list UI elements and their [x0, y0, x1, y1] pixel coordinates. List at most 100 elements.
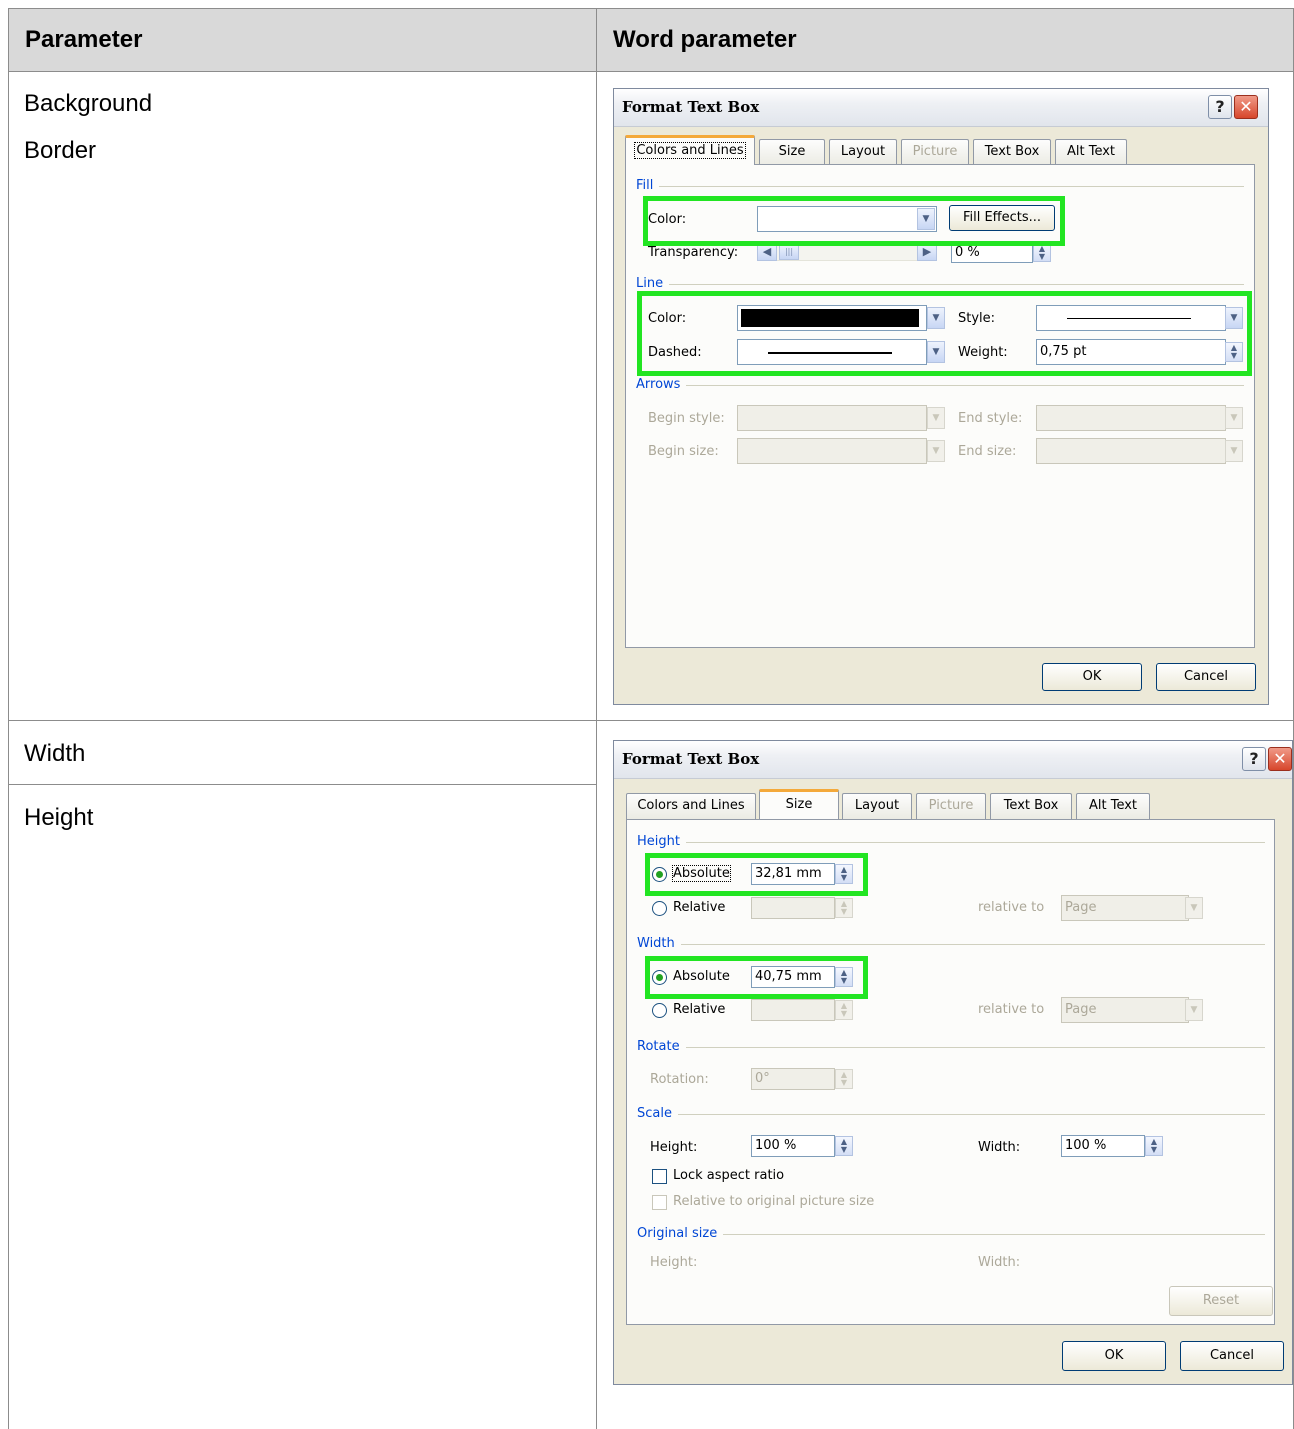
height-relative-to-label: relative to: [978, 900, 1045, 915]
chevron-down-icon: ▼: [1225, 407, 1243, 429]
header-word-parameter: Word parameter: [613, 26, 797, 53]
dialog-titlebar: Format Text Box ? ✕: [614, 89, 1268, 127]
fill-separator: [636, 186, 1244, 187]
end-style-label: End style:: [958, 411, 1023, 426]
height-relative-input: [751, 897, 835, 919]
param-width: Width: [24, 740, 86, 767]
height-separator: [637, 842, 1265, 843]
row-separator: [8, 720, 1294, 721]
end-size-label: End size:: [958, 444, 1017, 459]
width-separator: [637, 944, 1265, 945]
tab-layout[interactable]: Layout: [842, 793, 912, 819]
height-relative-radio[interactable]: [652, 901, 667, 916]
ok-button[interactable]: OK: [1062, 1341, 1166, 1371]
tab-text-box[interactable]: Text Box: [990, 793, 1072, 819]
relative-original-checkbox: [652, 1195, 667, 1210]
format-text-box-dialog-size: Format Text Box ? ✕ Colors and Lines Siz…: [613, 740, 1293, 1385]
reset-button: Reset: [1169, 1286, 1273, 1316]
line-separator: [636, 284, 1244, 285]
ok-button[interactable]: OK: [1042, 663, 1142, 691]
scale-width-spinner-icon[interactable]: ▲ ▼: [1145, 1136, 1163, 1156]
relative-original-label: Relative to original picture size: [673, 1194, 875, 1209]
row-separator: [8, 784, 596, 785]
spinner-icon: ▲ ▼: [835, 898, 853, 918]
scale-height-label: Height:: [650, 1140, 698, 1155]
tab-size[interactable]: Size: [759, 789, 839, 819]
table-header: Parameter Word parameter: [8, 8, 1294, 72]
scale-width-label: Width:: [978, 1140, 1021, 1155]
height-relative-to-dropdown: Page: [1061, 895, 1189, 921]
begin-size-label: Begin size:: [648, 444, 719, 459]
tab-strip: Colors and Lines Size Layout Picture Tex…: [625, 135, 1255, 165]
tab-colors-and-lines[interactable]: Colors and Lines: [625, 135, 755, 165]
close-icon[interactable]: ✕: [1234, 95, 1258, 119]
height-relative-label: Relative: [673, 900, 726, 915]
close-icon[interactable]: ✕: [1268, 747, 1292, 771]
tab-alt-text[interactable]: Alt Text: [1055, 139, 1127, 165]
cancel-button[interactable]: Cancel: [1156, 663, 1256, 691]
line-highlight-box: [637, 291, 1252, 376]
tab-layout[interactable]: Layout: [829, 139, 897, 165]
tab-strip: Colors and Lines Size Layout Picture Tex…: [626, 789, 1276, 819]
width-relative-label: Relative: [673, 1002, 726, 1017]
fill-group-label: Fill: [636, 178, 660, 193]
original-width-label: Width:: [978, 1255, 1021, 1270]
width-relative-radio[interactable]: [652, 1003, 667, 1018]
help-icon[interactable]: ?: [1242, 747, 1266, 771]
arrows-group-label: Arrows: [636, 377, 687, 392]
end-size-dropdown: [1036, 438, 1226, 464]
format-text-box-dialog-colors: Format Text Box ? ✕ Colors and Lines Siz…: [613, 88, 1269, 705]
transparency-label: Transparency:: [648, 245, 739, 260]
table-border-left: [8, 8, 9, 1429]
chevron-down-icon: ▼: [927, 407, 945, 429]
height-group-label: Height: [637, 834, 686, 849]
spinner-icon: ▲ ▼: [835, 1069, 853, 1089]
rotation-label: Rotation:: [650, 1072, 709, 1087]
rotate-group-label: Rotate: [637, 1039, 686, 1054]
lock-aspect-checkbox[interactable]: [652, 1169, 667, 1184]
rotation-input: 0°: [751, 1068, 835, 1090]
arrows-separator: [636, 385, 1244, 386]
scale-width-input[interactable]: 100 %: [1061, 1135, 1145, 1157]
rotate-separator: [637, 1047, 1265, 1048]
param-border: Border: [24, 137, 97, 164]
scale-height-input[interactable]: 100 %: [751, 1135, 835, 1157]
spinner-icon: ▲ ▼: [835, 1000, 853, 1020]
param-background: Background: [24, 90, 153, 117]
width-group-label: Width: [637, 936, 681, 951]
scale-group-label: Scale: [637, 1106, 678, 1121]
chevron-down-icon: ▼: [927, 440, 945, 462]
tab-text-box[interactable]: Text Box: [973, 139, 1051, 165]
param-height: Height: [24, 804, 94, 831]
scale-height-spinner-icon[interactable]: ▲ ▼: [835, 1136, 853, 1156]
tab-picture: Picture: [916, 793, 986, 819]
table-divider: [596, 8, 597, 1429]
width-relative-to-dropdown: Page: [1061, 997, 1189, 1023]
dialog-titlebar: Format Text Box ? ✕: [614, 741, 1292, 779]
begin-style-dropdown: [737, 405, 927, 431]
height-highlight-box: [645, 853, 868, 896]
tab-size[interactable]: Size: [759, 139, 825, 165]
tab-picture: Picture: [901, 139, 969, 165]
tab-panel: Fill Color: ▼ Fill Effects... Transparen…: [625, 164, 1255, 648]
fill-highlight-box: [643, 196, 1065, 246]
scale-separator: [637, 1114, 1265, 1115]
dialog-title: Format Text Box: [622, 750, 760, 768]
lock-aspect-label: Lock aspect ratio: [673, 1168, 785, 1183]
width-relative-input: [751, 999, 835, 1021]
line-group-label: Line: [636, 276, 670, 291]
cancel-button[interactable]: Cancel: [1180, 1341, 1284, 1371]
tab-alt-text[interactable]: Alt Text: [1076, 793, 1150, 819]
transparency-slider-thumb[interactable]: |||: [779, 244, 799, 260]
begin-style-label: Begin style:: [648, 411, 725, 426]
end-style-dropdown: [1036, 405, 1226, 431]
begin-size-dropdown: [737, 438, 927, 464]
tab-colors-and-lines[interactable]: Colors and Lines: [626, 793, 756, 819]
width-highlight-box: [645, 956, 868, 999]
header-parameter: Parameter: [25, 26, 143, 53]
original-size-group-label: Original size: [637, 1226, 724, 1241]
chevron-down-icon: ▼: [1185, 999, 1203, 1021]
help-icon[interactable]: ?: [1208, 95, 1232, 119]
chevron-down-icon: ▼: [1225, 440, 1243, 462]
dialog-title: Format Text Box: [622, 98, 760, 116]
